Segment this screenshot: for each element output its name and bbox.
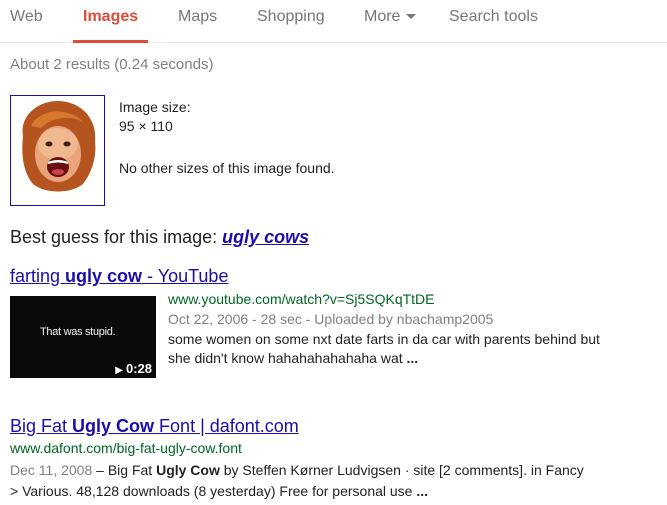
image-size-value: 95 × 110: [119, 118, 173, 134]
result-snippet-ellipsis: ...: [416, 483, 429, 499]
result-snippet-text: > Various. 48,128 downloads (8 yesterday…: [10, 483, 413, 499]
video-duration-text: 0:28: [125, 361, 152, 376]
result-url: www.dafont.com/big-fat-ugly-cow.font: [10, 440, 242, 456]
result-title-highlight: ugly cow: [65, 266, 143, 286]
chevron-down-icon: [406, 14, 417, 20]
tab-search-tools[interactable]: Search tools: [449, 0, 538, 43]
result-snippet-ellipsis: ...: [406, 350, 419, 366]
tab-more-label: More: [364, 8, 401, 25]
result-snippet-line: she didn't know hahahahahahaha wat ...: [168, 349, 658, 368]
result-date-dash: –: [92, 462, 108, 478]
face-image: [11, 96, 104, 205]
result-title-link[interactable]: farting ugly cow - YouTube: [10, 266, 228, 287]
tab-more[interactable]: More: [364, 0, 417, 43]
result-snippet: some women on some nxt date farts in da …: [168, 330, 658, 368]
tab-images[interactable]: Images: [72, 0, 149, 43]
result-snippet: Dec 11, 2008 – Big Fat Ugly Cow by Steff…: [10, 460, 660, 502]
result-snippet-text: she didn't know hahahahahahaha wat: [168, 350, 403, 366]
best-guess-link[interactable]: ugly cows: [222, 227, 309, 247]
image-size-info: Image size: 95 × 110: [119, 98, 191, 136]
result-title-post: Font | dafont.com: [154, 416, 299, 436]
result-title-link[interactable]: Big Fat Ugly Cow Font | dafont.com: [10, 416, 299, 437]
result-snippet-highlight: Ugly Cow: [156, 462, 220, 478]
best-guess-prefix: Best guess for this image:: [10, 227, 218, 247]
result-snippet-text: Big Fat: [107, 462, 157, 478]
video-thumbnail-caption: That was stupid.: [40, 326, 116, 338]
result-title-pre: farting: [10, 266, 66, 286]
result-url: www.youtube.com/watch?v=Sj5SQKqTtDE: [168, 291, 435, 307]
result-title-pre: Big Fat: [10, 416, 73, 436]
result-snippet-line: some women on some nxt date farts in da …: [168, 331, 600, 347]
result-meta: Oct 22, 2006 - 28 sec - Uploaded by nbac…: [168, 311, 494, 327]
result-snippet-text: by Steffen Kørner Ludvigsen · site [2 co…: [219, 462, 584, 478]
image-size-label: Image size:: [119, 99, 191, 115]
play-icon: ▶: [115, 365, 123, 376]
tab-shopping[interactable]: Shopping: [257, 0, 325, 43]
result-stats: About 2 results (0.24 seconds): [10, 56, 214, 73]
no-other-sizes-text: No other sizes of this image found.: [119, 160, 335, 176]
query-image-thumbnail[interactable]: [10, 95, 105, 206]
best-guess: Best guess for this image: ugly cows: [10, 227, 309, 248]
video-thumbnail[interactable]: That was stupid. ▶ 0:28: [10, 296, 156, 378]
video-duration: ▶ 0:28: [115, 361, 152, 376]
tab-maps[interactable]: Maps: [178, 0, 217, 43]
search-tabs: Web Images Maps Shopping More Search too…: [0, 0, 667, 43]
result-date: Dec 11, 2008: [10, 462, 93, 478]
result-snippet-line: > Various. 48,128 downloads (8 yesterday…: [10, 481, 660, 502]
tab-web[interactable]: Web: [10, 0, 43, 43]
result-title-post: - YouTube: [142, 266, 229, 286]
result-snippet-line: Dec 11, 2008 – Big Fat Ugly Cow by Steff…: [10, 460, 660, 481]
result-title-highlight: Ugly Cow: [72, 416, 155, 436]
